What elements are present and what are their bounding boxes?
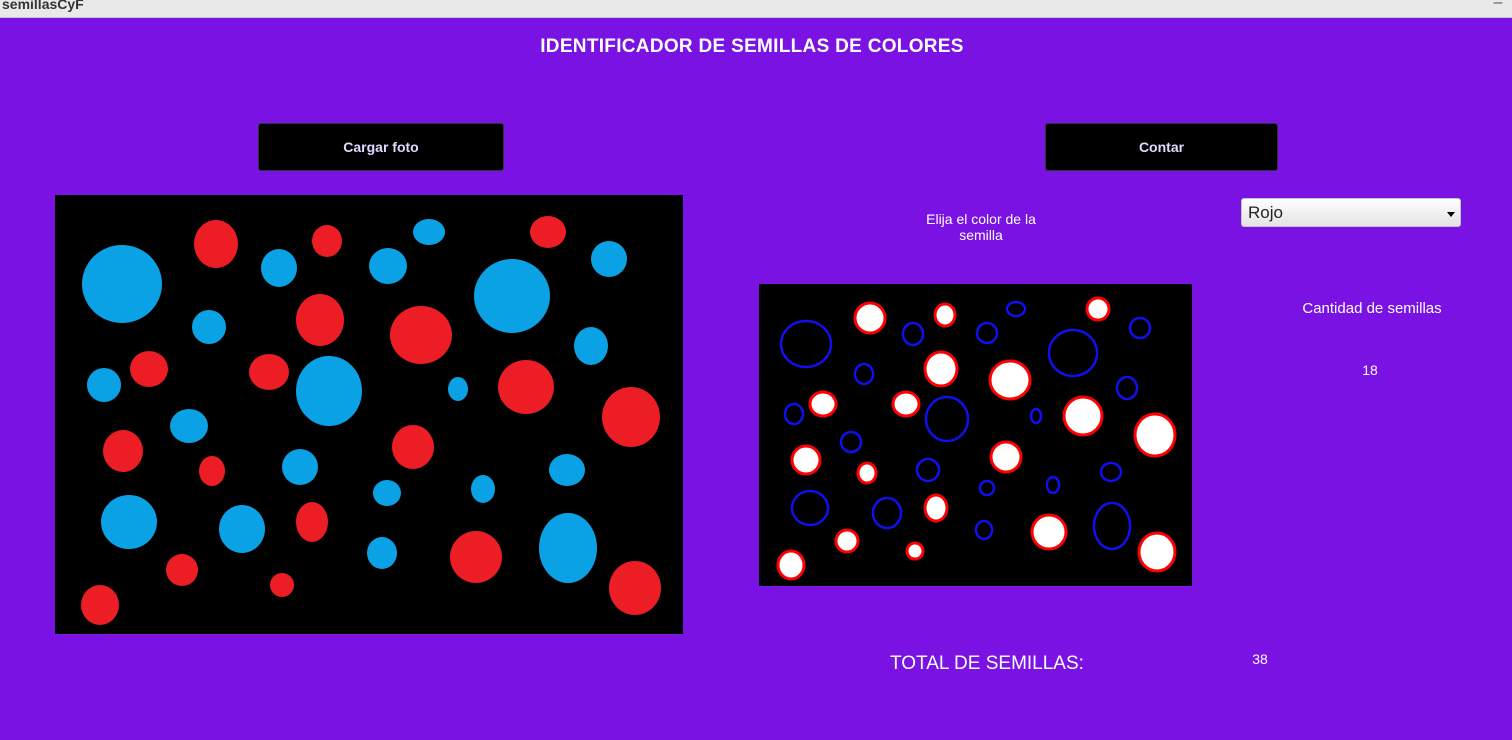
red-seed-contour [808,390,838,418]
blue-seed [413,219,445,245]
blue-seed-contour [924,395,970,443]
blue-seed [474,259,550,333]
red-seed-contour [776,549,806,581]
blue-seed-contour [1029,407,1043,425]
red-seed-contour [856,461,878,485]
red-seed-contour [1062,395,1104,437]
red-seed [609,561,661,615]
total-seeds-value: 38 [1252,651,1268,667]
color-select-value: Rojo [1248,203,1283,222]
blue-seed-contour [974,519,994,541]
blue-seed-contour [1128,316,1152,340]
red-seed [249,354,289,390]
blue-seed-contour [1005,300,1027,318]
blue-seed [219,505,265,553]
blue-seed-contour [1045,475,1061,495]
count-button[interactable]: Contar [1045,123,1278,171]
red-seed [390,306,452,364]
blue-seed-contour [1092,501,1132,551]
blue-seed-contour [901,321,925,347]
red-seed-contour [1133,412,1177,458]
blue-seed-contour [1099,461,1123,483]
window-titlebar: semillasCyF – [0,0,1512,18]
red-seed-contour [1137,531,1177,573]
blue-seed-contour [853,362,875,386]
blue-seed [261,249,297,287]
original-image [55,195,683,634]
red-seed [130,351,168,387]
red-seed-contour [905,541,925,561]
blue-seed [373,480,401,506]
red-seed [498,360,554,414]
blue-seed-contour [975,321,999,345]
red-seed [81,585,119,625]
red-seed-contour [933,302,957,328]
red-seed [194,220,238,268]
blue-seed [296,356,362,426]
blue-seed [192,310,226,344]
blue-seed [591,241,627,277]
blue-seed-contour [779,319,833,369]
minimize-button[interactable]: – [1488,0,1508,12]
blue-seed-contour [783,402,805,426]
red-seed [270,573,294,597]
red-seed [530,216,566,248]
blue-seed [448,377,468,401]
red-seed-contour [790,444,822,476]
red-seed-contour [1085,296,1111,322]
red-seed [199,456,225,486]
processed-image [759,284,1192,586]
red-seed-contour [891,390,921,418]
blue-seed [101,495,157,549]
red-seed [296,294,344,346]
blue-seed-contour [915,457,941,483]
blue-seed-contour [1047,328,1099,378]
red-seed [296,502,328,542]
red-seed [602,387,660,447]
app-title: IDENTIFICADOR DE SEMILLAS DE COLORES [540,36,964,57]
red-seed-contour [853,301,887,335]
blue-seed [574,327,608,365]
seed-count-label: Cantidad de semillas [1302,300,1442,317]
blue-seed-contour [871,496,903,530]
red-seed [450,531,502,583]
red-seed-contour [923,350,959,388]
red-seed [312,225,342,257]
blue-seed [282,449,318,485]
original-seeds-canvas [81,216,661,625]
window-title: semillasCyF [2,0,84,12]
blue-seed [549,454,585,486]
blue-seed [369,248,407,284]
red-seed [103,430,143,472]
red-seed [392,425,434,469]
red-seed-contour [923,493,949,523]
blue-seed-contour [978,479,996,497]
seed-count-value: 18 [1362,362,1378,378]
blue-seed-contour [1115,375,1139,401]
blue-seed [82,245,162,323]
red-seed-contour [989,440,1023,474]
total-seeds-label: TOTAL DE SEMILLAS: [890,653,1084,674]
color-choice-label: Elija el color de la semilla [926,211,1036,243]
processed-seeds-canvas [776,296,1177,581]
blue-seed-contour [790,489,830,527]
red-seed-contour [834,528,860,554]
blue-seed [87,368,121,402]
blue-seed [170,409,208,443]
load-photo-button[interactable]: Cargar foto [258,123,504,171]
blue-seed [471,475,495,503]
red-seed [166,554,198,586]
color-select[interactable]: Rojo [1241,198,1461,227]
blue-seed-contour [839,430,863,454]
chevron-down-icon [1447,212,1455,217]
red-seed-contour [1030,513,1068,551]
blue-seed [539,513,597,583]
blue-seed [367,537,397,569]
red-seed-contour [988,359,1032,401]
